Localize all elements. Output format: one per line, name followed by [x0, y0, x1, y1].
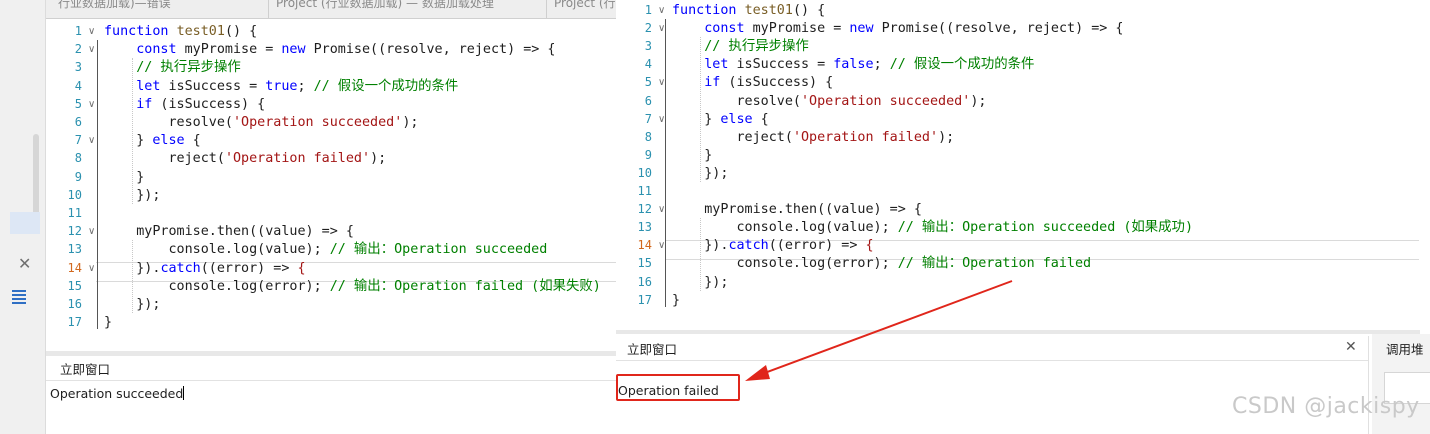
watermark: CSDN @jackispy — [1232, 394, 1420, 419]
annotation-arrow — [745, 280, 1013, 381]
arrow-shaft — [761, 280, 1013, 375]
arrowhead-icon — [745, 365, 770, 381]
